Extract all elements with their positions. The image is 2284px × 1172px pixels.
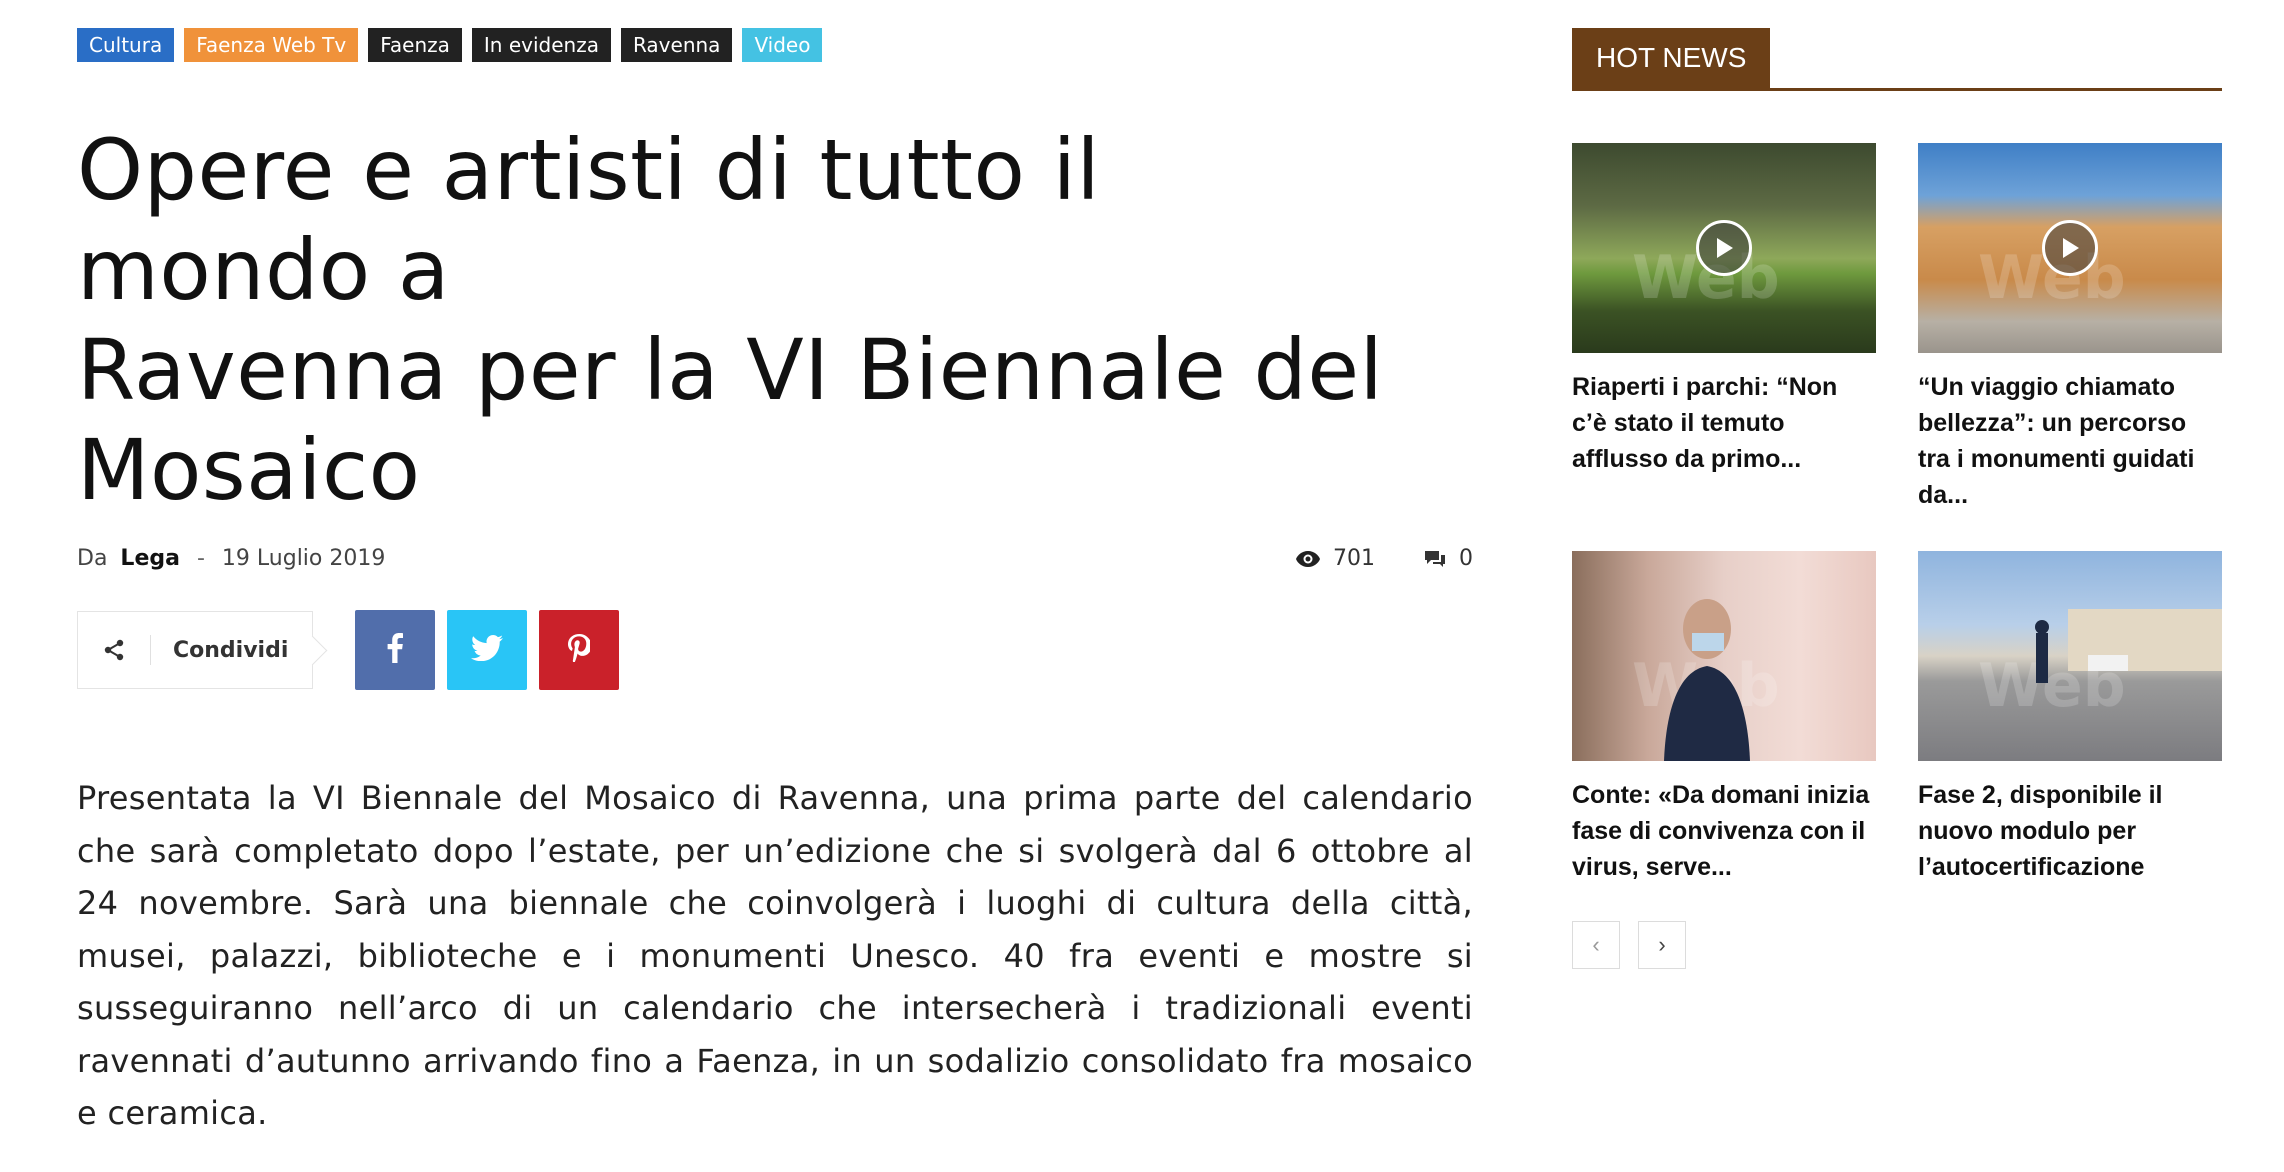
title-line: Mosaico bbox=[77, 421, 421, 519]
news-thumbnail-piazza[interactable]: Web bbox=[1918, 143, 2222, 353]
news-card[interactable]: Web “Un viaggio chiamato bellezza”: un p… bbox=[1918, 143, 2222, 513]
comments-count: 0 bbox=[1459, 546, 1473, 571]
category-tags: Cultura Faenza Web Tv Faenza In evidenza… bbox=[77, 28, 1473, 62]
article-stats: 701 0 bbox=[1295, 546, 1473, 571]
twitter-share-button[interactable] bbox=[447, 610, 527, 690]
twitter-icon bbox=[470, 634, 503, 666]
tag-ravenna[interactable]: Ravenna bbox=[620, 28, 733, 62]
road-scene bbox=[2035, 609, 2222, 683]
publish-date: 19 Luglio 2019 bbox=[221, 546, 386, 571]
comments-icon bbox=[1423, 549, 1447, 569]
news-thumbnail-park[interactable]: Web bbox=[1572, 143, 1876, 353]
block-title: HOT NEWS bbox=[1572, 28, 1771, 88]
pinterest-icon bbox=[568, 633, 592, 667]
next-page-button[interactable]: › bbox=[1638, 921, 1686, 969]
social-buttons bbox=[355, 610, 619, 690]
tag-in-evidenza[interactable]: In evidenza bbox=[471, 28, 611, 62]
pinterest-share-button[interactable] bbox=[539, 610, 619, 690]
tag-video[interactable]: Video bbox=[742, 28, 823, 62]
play-icon[interactable] bbox=[2042, 220, 2098, 276]
article-title: Opere e artisti di tutto il mondo a Rave… bbox=[77, 120, 1417, 520]
pagination: ‹ › bbox=[1572, 921, 2222, 969]
facebook-icon bbox=[387, 632, 403, 668]
facebook-share-button[interactable] bbox=[355, 610, 435, 690]
share-icon bbox=[78, 638, 150, 662]
title-line: Ravenna per la VI Biennale del bbox=[77, 321, 1384, 419]
eye-icon bbox=[1295, 550, 1321, 568]
news-title[interactable]: Conte: «Da domani inizia fase di convive… bbox=[1572, 777, 1876, 885]
author-link[interactable]: Lega bbox=[120, 546, 180, 571]
hot-news-sidebar: HOT NEWS Web Riaperti i parchi: “Non c’è… bbox=[1572, 28, 2222, 969]
news-title[interactable]: “Un viaggio chiamato bellezza”: un perco… bbox=[1918, 369, 2222, 513]
news-card[interactable]: Web Fase 2, disponibile il nuovo modulo … bbox=[1918, 551, 2222, 885]
news-grid: Web Riaperti i parchi: “Non c’è stato il… bbox=[1572, 143, 2222, 885]
share-bar: Condividi bbox=[77, 610, 1473, 690]
meta-separator: - bbox=[196, 546, 205, 571]
news-thumbnail-conte[interactable]: Web bbox=[1572, 551, 1876, 761]
share-label: Condividi bbox=[173, 637, 289, 663]
news-card[interactable]: Web Conte: «Da domani inizia fase di con… bbox=[1572, 551, 1876, 885]
tag-faenza-web-tv[interactable]: Faenza Web Tv bbox=[184, 28, 359, 62]
news-title[interactable]: Riaperti i parchi: “Non c’è stato il tem… bbox=[1572, 369, 1876, 477]
article-meta: Da Lega - 19 Luglio 2019 701 0 bbox=[77, 546, 1473, 576]
views-counter: 701 bbox=[1295, 546, 1375, 571]
news-thumbnail-checkpoint[interactable]: Web bbox=[1918, 551, 2222, 761]
play-icon[interactable] bbox=[1696, 220, 1752, 276]
byline-prefix: Da bbox=[77, 546, 108, 571]
tag-cultura[interactable]: Cultura bbox=[77, 28, 175, 62]
share-pointer bbox=[297, 635, 328, 666]
news-card[interactable]: Web Riaperti i parchi: “Non c’è stato il… bbox=[1572, 143, 1876, 513]
person-figure bbox=[1664, 599, 1750, 761]
prev-page-button[interactable]: ‹ bbox=[1572, 921, 1620, 969]
article-body: Presentata la VI Biennale del Mosaico di… bbox=[77, 779, 1473, 1132]
tag-faenza[interactable]: Faenza bbox=[368, 28, 462, 62]
news-title[interactable]: Fase 2, disponibile il nuovo modulo per … bbox=[1918, 777, 2222, 885]
comments-counter[interactable]: 0 bbox=[1423, 546, 1473, 571]
title-line: Opere e artisti di tutto il mondo a bbox=[77, 121, 1101, 319]
block-header: HOT NEWS bbox=[1572, 28, 2222, 91]
views-count: 701 bbox=[1333, 546, 1375, 571]
share-button[interactable]: Condividi bbox=[77, 611, 328, 689]
